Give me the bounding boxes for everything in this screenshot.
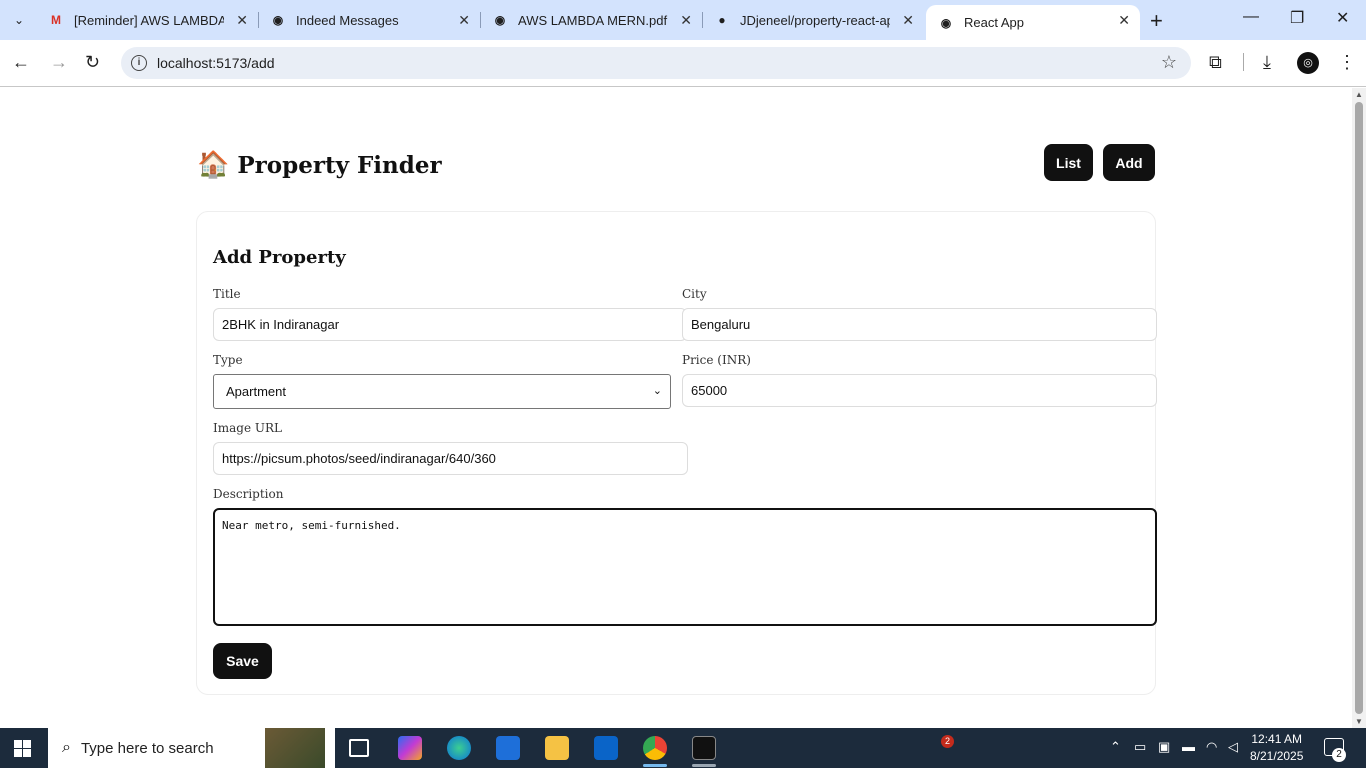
add-property-card: Add Property Title 2BHK in Indiranagar C… bbox=[196, 211, 1157, 695]
site-info-icon[interactable]: i bbox=[131, 55, 147, 71]
scroll-down-icon[interactable]: ▼ bbox=[1355, 717, 1363, 726]
tab-indeed[interactable]: ◉ Indeed Messages ✕ bbox=[258, 0, 480, 40]
chevron-up-icon[interactable]: ⌃ bbox=[1110, 739, 1121, 755]
chrome-active-indicator bbox=[643, 764, 667, 767]
volume-icon[interactable]: ◁ bbox=[1228, 739, 1238, 755]
list-button[interactable]: List bbox=[1044, 144, 1093, 181]
tab-label: JDjeneel/property-react-app bbox=[740, 12, 890, 28]
download-icon[interactable]: ⤓ bbox=[1263, 52, 1271, 73]
close-icon[interactable]: ✕ bbox=[458, 12, 470, 29]
notification-count: 2 bbox=[1332, 748, 1346, 762]
description-textarea[interactable]: Near metro, semi-furnished. bbox=[213, 508, 1157, 626]
title-input[interactable]: 2BHK in Indiranagar bbox=[213, 308, 687, 341]
address-bar[interactable]: i localhost:5173/add ☆ bbox=[121, 47, 1191, 79]
brand[interactable]: 🏠 Property Finder bbox=[197, 150, 442, 180]
tab-github[interactable]: ● JDjeneel/property-react-app ✕ bbox=[702, 0, 924, 40]
back-icon[interactable]: ← bbox=[12, 52, 30, 73]
clock-date: 8/21/2025 bbox=[1250, 749, 1304, 763]
search-highlight-image bbox=[265, 728, 325, 768]
form-heading: Add Property bbox=[213, 247, 346, 268]
price-input[interactable]: 65000 bbox=[682, 374, 1157, 407]
tab-pdf[interactable]: ◉ AWS LAMBDA MERN.pdf ✕ bbox=[480, 0, 702, 40]
new-tab-icon[interactable]: + bbox=[1150, 8, 1163, 34]
tab-strip: ⌄ M [Reminder] AWS LAMBDA M ✕ ◉ Indeed M… bbox=[0, 0, 1366, 40]
browser-toolbar: ← → ↻ i localhost:5173/add ☆ ⧉ ⤓ ◎ ⋮ bbox=[0, 40, 1366, 87]
tab-react-app[interactable]: ◉ React App ✕ bbox=[926, 5, 1140, 40]
minimize-icon[interactable]: — bbox=[1243, 8, 1259, 26]
tab-label: Indeed Messages bbox=[296, 12, 399, 28]
meet-now-icon[interactable]: ▭ bbox=[1134, 739, 1146, 755]
windows-start-icon[interactable] bbox=[14, 740, 31, 757]
url-text[interactable]: localhost:5173/add bbox=[157, 55, 275, 71]
search-placeholder: Type here to search bbox=[80, 739, 214, 757]
city-input[interactable]: Bengaluru bbox=[682, 308, 1157, 341]
close-icon[interactable]: ✕ bbox=[902, 12, 914, 29]
globe-icon: ◉ bbox=[494, 13, 506, 27]
chrome-icon[interactable] bbox=[643, 736, 667, 760]
globe-icon: ◉ bbox=[940, 15, 952, 30]
description-label: Description bbox=[213, 487, 284, 501]
chevron-down-icon: ⌄ bbox=[652, 385, 662, 397]
restore-icon[interactable]: ❐ bbox=[1290, 8, 1304, 28]
close-window-icon[interactable]: ✕ bbox=[1336, 8, 1349, 28]
brand-title: Property Finder bbox=[237, 151, 442, 179]
outlook-icon[interactable] bbox=[594, 736, 618, 760]
tab-label: React App bbox=[964, 15, 1024, 30]
tab-label: AWS LAMBDA MERN.pdf bbox=[518, 12, 668, 28]
wifi-icon[interactable]: ◠ bbox=[1206, 739, 1217, 755]
scrollbar-thumb[interactable] bbox=[1355, 102, 1363, 714]
image-url-label: Image URL bbox=[213, 421, 282, 435]
tab-label: [Reminder] AWS LAMBDA M bbox=[74, 12, 224, 28]
mail-badge: 2 bbox=[941, 735, 954, 748]
menu-kebab-icon[interactable]: ⋮ bbox=[1338, 52, 1356, 73]
save-button[interactable]: Save bbox=[213, 643, 272, 679]
scroll-up-icon[interactable]: ▲ bbox=[1355, 90, 1363, 99]
terminal-running-indicator bbox=[692, 764, 716, 767]
edge-icon[interactable] bbox=[447, 736, 471, 760]
copilot-icon[interactable] bbox=[398, 736, 422, 760]
store-icon[interactable] bbox=[496, 736, 520, 760]
screen-capture-icon[interactable]: ▣ bbox=[1158, 739, 1170, 755]
close-icon[interactable]: ✕ bbox=[1118, 12, 1130, 29]
price-label: Price (INR) bbox=[682, 353, 751, 367]
battery-icon[interactable]: ▬ bbox=[1182, 739, 1195, 754]
forward-icon[interactable]: → bbox=[50, 52, 68, 73]
page-content: 🏠 Property Finder List Add Add Property … bbox=[0, 88, 1352, 728]
type-select[interactable]: Apartment ⌄ bbox=[213, 374, 671, 409]
page-scrollbar[interactable]: ▲ ▼ bbox=[1352, 88, 1366, 728]
house-icon: 🏠 bbox=[197, 150, 230, 180]
toolbar-divider bbox=[1243, 53, 1244, 71]
terminal-icon[interactable] bbox=[692, 736, 716, 760]
city-label: City bbox=[682, 287, 707, 301]
taskbar-search[interactable]: ⌕ Type here to search bbox=[48, 728, 335, 768]
reload-icon[interactable]: ↻ bbox=[85, 52, 100, 73]
windows-taskbar: ⌕ Type here to search 2 ⌃ ▭ ▣ ▬ ◠ ◁ 12:4… bbox=[0, 728, 1366, 768]
search-icon: ⌕ bbox=[62, 739, 71, 756]
close-icon[interactable]: ✕ bbox=[236, 12, 248, 29]
title-label: Title bbox=[213, 287, 241, 301]
file-explorer-icon[interactable] bbox=[545, 736, 569, 760]
github-icon: ● bbox=[718, 13, 726, 27]
type-label: Type bbox=[213, 353, 243, 367]
bookmark-star-icon[interactable]: ☆ bbox=[1161, 52, 1177, 73]
extensions-icon[interactable]: ⧉ bbox=[1209, 52, 1222, 73]
globe-icon: ◉ bbox=[272, 13, 284, 27]
clock-time: 12:41 AM bbox=[1251, 732, 1303, 746]
profile-avatar[interactable]: ◎ bbox=[1297, 52, 1319, 74]
tab-search-icon[interactable]: ⌄ bbox=[6, 7, 32, 33]
gmail-icon: M bbox=[51, 13, 61, 27]
type-selected-value: Apartment bbox=[226, 384, 286, 399]
clock[interactable]: 12:41 AM 8/21/2025 bbox=[1250, 731, 1303, 765]
add-button[interactable]: Add bbox=[1103, 144, 1155, 181]
image-url-input[interactable]: https://picsum.photos/seed/indiranagar/6… bbox=[213, 442, 688, 475]
tab-gmail[interactable]: M [Reminder] AWS LAMBDA M ✕ bbox=[36, 0, 258, 40]
task-view-icon[interactable] bbox=[349, 739, 369, 757]
close-icon[interactable]: ✕ bbox=[680, 12, 692, 29]
